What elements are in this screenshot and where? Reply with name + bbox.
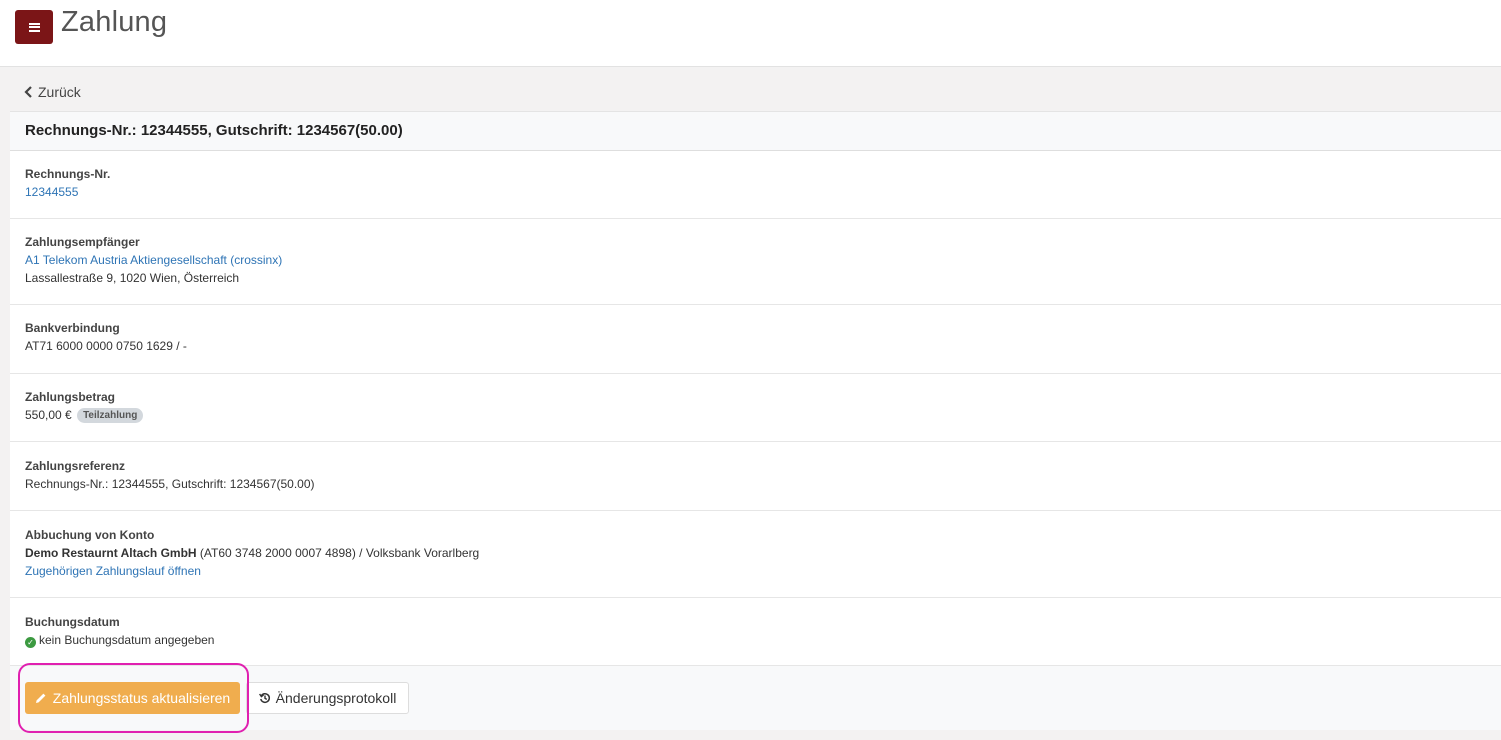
- status-badge: Teilzahlung: [77, 408, 144, 423]
- pencil-icon: [35, 693, 46, 703]
- chevron-left-icon: [24, 86, 32, 98]
- debit-company: Demo Restaurnt Altach GmbH: [25, 546, 197, 560]
- update-status-button[interactable]: Zahlungsstatus aktualisieren: [25, 682, 240, 714]
- panel-title-credit: 1234567(50.00): [296, 122, 403, 139]
- booking-value: kein Buchungsdatum angegeben: [39, 633, 215, 647]
- amount-value: 550,00 €: [25, 408, 72, 422]
- back-link[interactable]: Zurück: [24, 84, 81, 100]
- panel-header: Rechnungs-Nr.: 12344555, Gutschrift: 123…: [10, 112, 1501, 151]
- menu-button[interactable]: [15, 10, 53, 44]
- page-title: Zahlung: [61, 6, 168, 38]
- payee-label: Zahlungsempfänger: [25, 235, 140, 249]
- reference-row: Zahlungsreferenz Rechnungs-Nr.: 12344555…: [10, 442, 1501, 511]
- top-bar: Zahlung: [0, 0, 1501, 67]
- debit-account: Demo Restaurnt Altach GmbH (AT60 3748 20…: [25, 546, 1486, 560]
- invoice-number-link[interactable]: 12344555: [25, 185, 1486, 199]
- payment-panel: Rechnungs-Nr.: 12344555, Gutschrift: 123…: [10, 111, 1501, 730]
- invoice-row: Rechnungs-Nr. 12344555: [10, 151, 1501, 219]
- booking-line: ✓ kein Buchungsdatum angegeben: [25, 633, 1486, 648]
- debit-row: Abbuchung von Konto Demo Restaurnt Altac…: [10, 511, 1501, 598]
- amount-line: 550,00 € Teilzahlung: [25, 408, 1486, 423]
- update-status-label: Zahlungsstatus aktualisieren: [52, 690, 231, 706]
- panel-title-prefix: Rechnungs-Nr.:: [25, 122, 141, 139]
- panel-title: Rechnungs-Nr.: 12344555, Gutschrift: 123…: [25, 122, 1486, 139]
- history-icon: [258, 693, 270, 704]
- booking-row: Buchungsdatum ✓ kein Buchungsdatum angege…: [10, 598, 1501, 665]
- reference-label: Zahlungsreferenz: [25, 459, 126, 473]
- debit-detail: (AT60 3748 2000 0007 4898) / Volksbank V…: [196, 546, 480, 560]
- payment-run-link[interactable]: Zugehörigen Zahlungslauf öffnen: [25, 564, 1486, 578]
- menu-icon: [28, 22, 40, 32]
- amount-row: Zahlungsbetrag 550,00 € Teilzahlung: [10, 374, 1501, 442]
- bank-value: AT71 6000 0000 0750 1629 / -: [25, 339, 187, 353]
- payee-address: Lassallestraße 9, 1020 Wien, Österreich: [25, 271, 240, 285]
- change-log-button[interactable]: Änderungsprotokoll: [246, 682, 409, 714]
- check-circle-icon: ✓: [25, 637, 36, 648]
- bank-label: Bankverbindung: [25, 321, 120, 335]
- panel-title-mid: , Gutschrift:: [207, 122, 297, 139]
- back-link-label: Zurück: [38, 84, 81, 100]
- panel-footer: Zahlungsstatus aktualisieren Änderungspr…: [10, 665, 1501, 730]
- panel-title-invoice: 12344555: [140, 122, 208, 139]
- invoice-label: Rechnungs-Nr.: [25, 167, 111, 181]
- booking-label: Buchungsdatum: [25, 615, 120, 629]
- payee-link[interactable]: A1 Telekom Austria Aktiengesellschaft (c…: [25, 253, 1486, 267]
- payee-row: Zahlungsempfänger A1 Telekom Austria Akt…: [10, 219, 1501, 305]
- bank-row: Bankverbindung AT71 6000 0000 0750 1629 …: [10, 305, 1501, 374]
- change-log-label: Änderungsprotokoll: [275, 690, 397, 706]
- debit-label: Abbuchung von Konto: [25, 528, 155, 542]
- amount-label: Zahlungsbetrag: [25, 390, 116, 404]
- reference-value: Rechnungs-Nr.: 12344555, Gutschrift: 123…: [25, 477, 315, 491]
